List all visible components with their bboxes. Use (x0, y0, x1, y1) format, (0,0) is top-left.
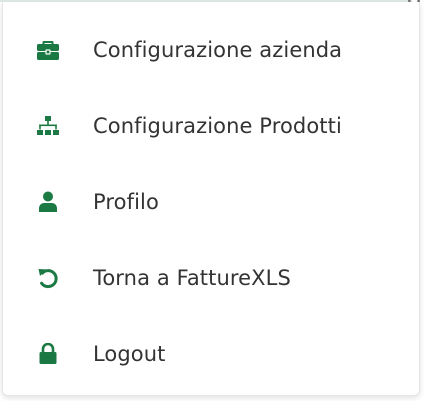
user-icon (36, 190, 60, 214)
menu-item-label: Profilo (93, 190, 159, 214)
briefcase-icon (36, 38, 60, 62)
menu-item-label: Configurazione Prodotti (93, 114, 342, 138)
undo-icon (36, 266, 60, 290)
menu-item-configurazione-prodotti[interactable]: Configurazione Prodotti (3, 88, 419, 164)
menu-item-configurazione-azienda[interactable]: Configurazione azienda (3, 12, 419, 88)
menu-list: Configurazione azienda Configurazione Pr… (3, 2, 419, 392)
user-dropdown-menu: Configurazione azienda Configurazione Pr… (2, 2, 420, 396)
menu-item-profilo[interactable]: Profilo (3, 164, 419, 240)
sitemap-icon (36, 114, 60, 138)
dropdown-stage: g Configurazione azienda (0, 0, 426, 401)
menu-item-logout[interactable]: Logout (3, 316, 419, 392)
menu-item-label: Logout (93, 342, 166, 366)
lock-icon (36, 342, 60, 366)
menu-item-label: Configurazione azienda (93, 38, 343, 62)
menu-item-torna-fatturexls[interactable]: Torna a FattureXLS (3, 240, 419, 316)
menu-item-label: Torna a FattureXLS (93, 266, 291, 290)
